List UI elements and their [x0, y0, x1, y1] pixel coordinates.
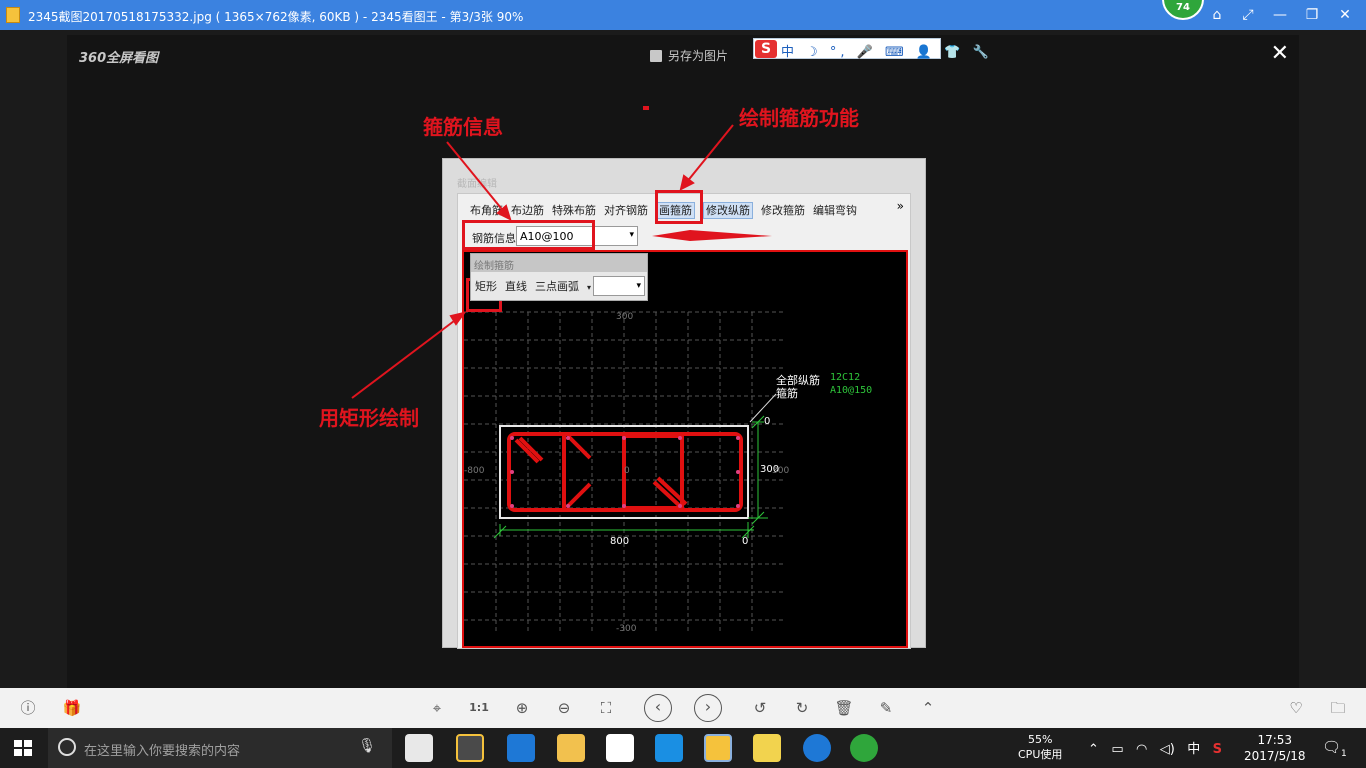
rotate-left-icon[interactable]: ↺: [750, 698, 770, 718]
chevron-down-icon[interactable]: ▾: [587, 283, 591, 292]
clock-date: 2017/5/18: [1244, 749, 1306, 763]
fit-screen-icon[interactable]: ⛶: [596, 698, 616, 718]
previous-icon[interactable]: ‹: [644, 694, 672, 722]
app-icon-plus[interactable]: [655, 734, 683, 762]
next-icon[interactable]: ›: [694, 694, 722, 722]
viewer-toolbar: ⓘ 🎁 ⌖ 1:1 ⊕ ⊖ ⛶ ‹ › ↺ ↻ 🗑 ✎ ⌃ ♡ 🗀: [0, 688, 1366, 728]
store-icon[interactable]: [606, 734, 634, 762]
windows-start-icon[interactable]: [14, 740, 32, 756]
sogou-tray-icon[interactable]: S: [1213, 742, 1222, 757]
actual-size-icon[interactable]: 1:1: [469, 698, 489, 718]
notification-count: 1: [1341, 749, 1347, 759]
folder-icon[interactable]: 🗀: [1328, 698, 1348, 718]
delete-icon[interactable]: 🗑: [834, 698, 854, 718]
clock-time: 17:53: [1257, 733, 1293, 747]
notification-icon[interactable]: 🗨1: [1322, 738, 1347, 759]
microphone-icon[interactable]: 🎙: [358, 738, 376, 754]
battery-icon[interactable]: ▭: [1111, 742, 1123, 757]
app-icon-2345[interactable]: [803, 734, 831, 762]
favorite-icon[interactable]: ♡: [1286, 698, 1306, 718]
edit-icon[interactable]: ✎: [876, 698, 896, 718]
clock[interactable]: 17:53 2017/5/18: [1244, 732, 1306, 764]
zoom-in-icon[interactable]: ⊕: [512, 698, 532, 718]
viewer-taskbar-icon[interactable]: [704, 734, 732, 762]
annotation-arrows: [351, 124, 772, 399]
app-icon-settings[interactable]: [405, 734, 433, 762]
expand-up-icon[interactable]: ⌃: [918, 698, 938, 718]
system-tray[interactable]: ⌃ ▭ ◠ ◁) 中 S: [1088, 738, 1222, 757]
app-icon-browser[interactable]: [456, 734, 484, 762]
annotation-use-rectangle: 用矩形绘制: [319, 406, 419, 430]
cpu-usage: 55% CPU使用: [1018, 732, 1062, 762]
taskbar-search[interactable]: 在这里输入你要搜索的内容 🎙: [48, 728, 392, 768]
edge-icon[interactable]: [507, 734, 535, 762]
draw-panel-tools: 矩形 直线 三点画弧 ▾: [475, 278, 599, 294]
input-method[interactable]: 中: [1187, 742, 1200, 757]
wifi-icon[interactable]: ◠: [1136, 742, 1147, 757]
app-icon-notes[interactable]: [753, 734, 781, 762]
mouse-icon[interactable]: ⌖: [427, 698, 447, 718]
volume-icon[interactable]: ◁): [1160, 742, 1175, 757]
tool-rectangle[interactable]: 矩形: [475, 280, 497, 293]
draw-panel-title: 绘制箍筋: [471, 254, 647, 272]
tray-expand-icon[interactable]: ⌃: [1088, 742, 1099, 757]
rotate-right-icon[interactable]: ↻: [792, 698, 812, 718]
cpu-label: CPU使用: [1018, 748, 1063, 761]
file-explorer-icon[interactable]: [557, 734, 585, 762]
gift-icon[interactable]: 🎁: [62, 698, 82, 718]
tool-three-point-arc[interactable]: 三点画弧: [535, 280, 579, 293]
app-icon-360[interactable]: [850, 734, 878, 762]
taskbar: 在这里输入你要搜索的内容 🎙 55% CPU使用 ⌃ ▭ ◠ ◁) 中 S 17…: [0, 728, 1366, 768]
cortana-icon: [58, 738, 76, 756]
cpu-percent: 55%: [1027, 733, 1053, 746]
draw-stirrup-panel: 绘制箍筋 矩形 直线 三点画弧 ▾ ▾: [470, 253, 648, 301]
draw-option-select[interactable]: ▾: [593, 276, 645, 296]
tool-line[interactable]: 直线: [505, 280, 527, 293]
search-placeholder: 在这里输入你要搜索的内容: [84, 744, 241, 759]
zoom-out-icon[interactable]: ⊖: [554, 698, 574, 718]
annotation-stirrup-info: 箍筋信息: [423, 115, 503, 139]
info-icon[interactable]: ⓘ: [18, 698, 38, 718]
annotation-draw-stirrup: 绘制箍筋功能: [739, 106, 859, 130]
